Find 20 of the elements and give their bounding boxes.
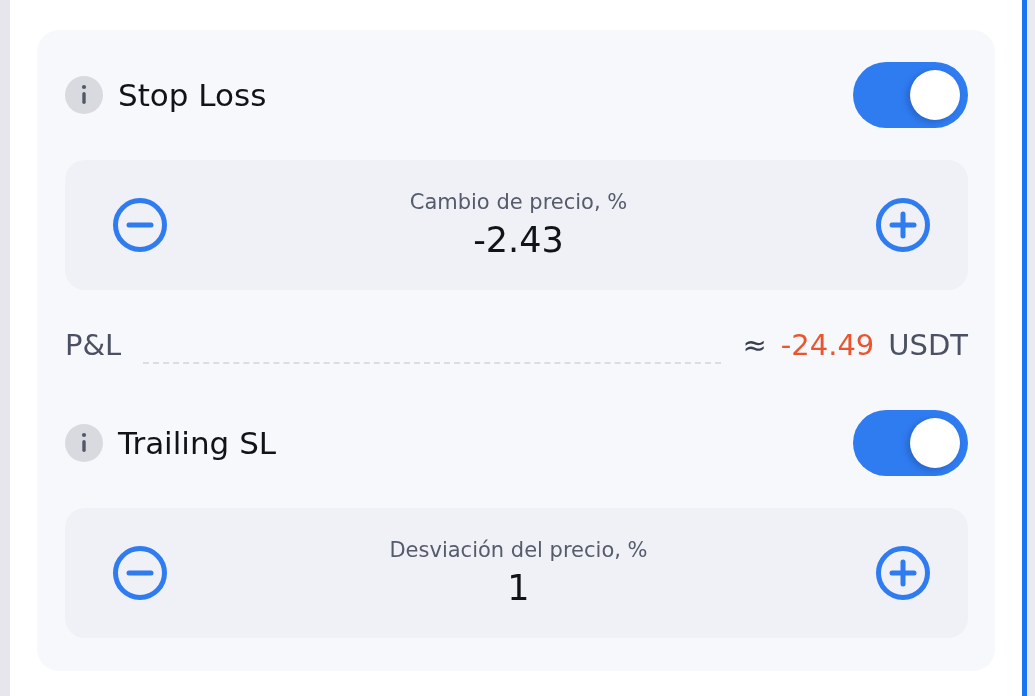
field-label: Cambio de precio, % [409, 189, 628, 216]
section-title: Stop Loss [118, 77, 268, 113]
currency-unit: USDT [888, 327, 968, 363]
minus-icon [113, 198, 167, 252]
decrease-button[interactable] [113, 546, 167, 600]
increase-button[interactable] [876, 198, 930, 252]
plus-icon [876, 546, 930, 600]
approx-sign: ≈ [742, 327, 767, 363]
result-label: P&L [65, 327, 122, 363]
result-value: -24.49 [780, 327, 875, 363]
info-icon [65, 76, 103, 114]
increase-button[interactable] [876, 546, 930, 600]
minus-icon [113, 546, 167, 600]
plus-icon [876, 198, 930, 252]
field-label: Desviación del precio, % [389, 537, 648, 564]
value-field[interactable]: -2.43 [388, 218, 649, 262]
decrease-button[interactable] [113, 198, 167, 252]
value-field[interactable]: 1 [388, 566, 649, 610]
section-title: Trailing SL [118, 425, 278, 461]
info-icon [65, 424, 103, 462]
